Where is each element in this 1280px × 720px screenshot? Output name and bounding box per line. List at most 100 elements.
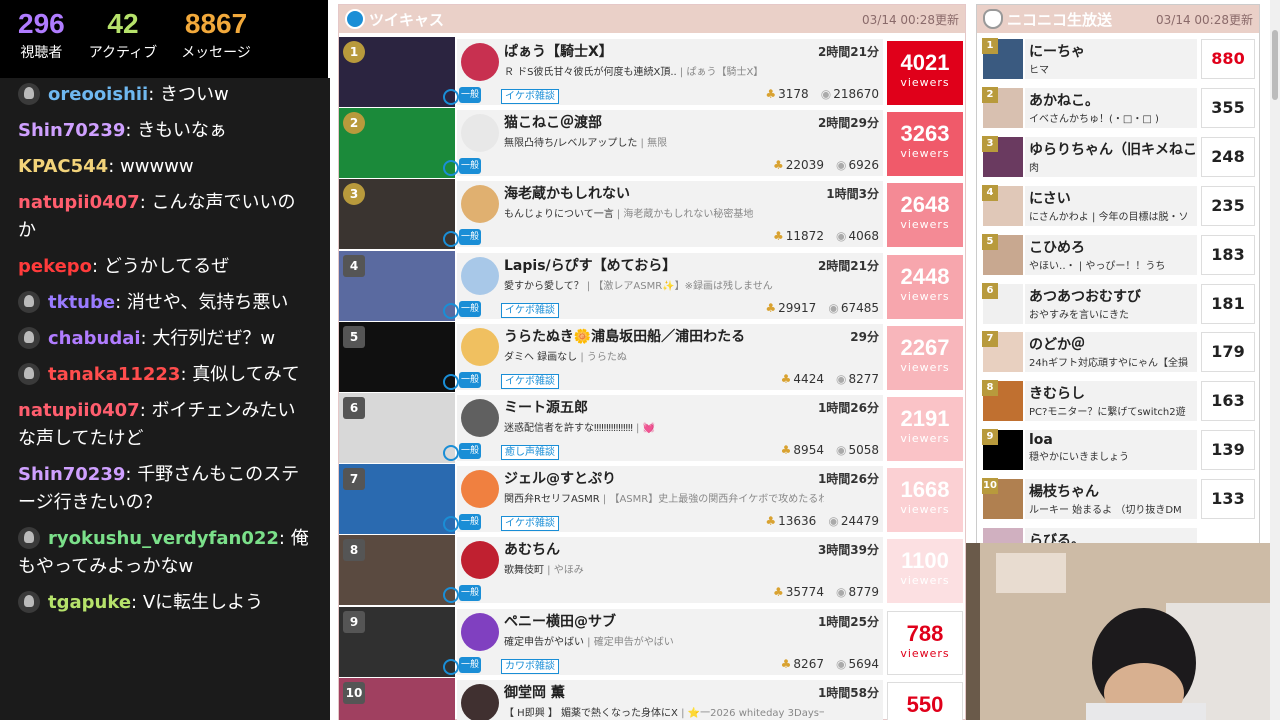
nico-info[interactable]: らびる。 <box>1025 528 1197 543</box>
nico-streamer-name[interactable]: にーちゃ <box>1025 39 1197 61</box>
nico-row[interactable]: 5 こひめろ やほい‥・ | やっぴー！！うち 183 <box>977 231 1259 279</box>
category-badge[interactable]: 一般 <box>443 585 481 604</box>
nico-info[interactable]: ゆらりちゃん（旧キメねこ肉 <box>1025 136 1197 177</box>
twitcas-row[interactable]: 10 御堂岡 薫【 H即興 】 媚薬で熱くなった身体にX | ⭐一2026 whi… <box>339 677 965 720</box>
nico-thumbnail[interactable]: 7 <box>982 331 1023 373</box>
twitcas-row[interactable]: 3 海老蔵かもしれない もんじょりについて一言 | 海老蔵かもしれない秘密基地 1時間… <box>339 179 965 250</box>
streamer-name[interactable]: あむちん <box>504 539 560 559</box>
stream-tag[interactable]: イケボ雑談 <box>501 89 559 104</box>
nico-streamer-name[interactable]: loa <box>1025 430 1197 448</box>
streamer-name[interactable]: ミート源五郎 <box>504 397 588 417</box>
stream-info[interactable]: 海老蔵かもしれない もんじょりについて一言 | 海老蔵かもしれない秘密基地 1時間3… <box>443 181 883 248</box>
category-badge[interactable]: 一般 <box>443 371 481 390</box>
stream-thumbnail[interactable]: 8 <box>339 535 455 606</box>
stream-info[interactable]: あむちん歌舞伎町 | やほみ 3時間39分一般 35774 8779 <box>443 537 883 604</box>
nico-thumbnail[interactable]: 10 <box>982 478 1023 520</box>
nico-streamer-name[interactable]: あつあつおむすび <box>1025 284 1197 306</box>
twitcas-row[interactable]: 8 あむちん歌舞伎町 | やほみ 3時間39分一般 35774 8779 1100view… <box>339 535 965 606</box>
nico-row[interactable]: 1 にーちゃ ヒマ 880 <box>977 35 1259 83</box>
nico-info[interactable]: のどか＠ 24hギフト対応頑すやにゃん【全損 <box>1025 332 1197 373</box>
twitcas-row[interactable]: 9 ペニー横田@サブ 確定申告がやばい | 確定申告がやばい 1時間25分 一般 カワボ雑… <box>339 606 965 677</box>
nico-row[interactable]: 4 にさい にさんかわよ | 今年の目標は脱・ソ 235 <box>977 182 1259 230</box>
chat-username[interactable]: natupii0407 <box>18 400 140 421</box>
stream-tag[interactable]: イケボ雑談 <box>501 302 559 318</box>
scrollbar-thumb[interactable] <box>1272 30 1278 100</box>
streamer-name[interactable]: 海老蔵かもしれない <box>504 183 630 203</box>
stream-info[interactable]: ジェル@すとぷり 関西弁RセリフASMR | 【ASMR】史上最強の関西弁イケボで… <box>443 466 883 533</box>
stream-info[interactable]: ペニー横田@サブ 確定申告がやばい | 確定申告がやばい 1時間25分 一般 カワボ雑談… <box>443 608 883 675</box>
stream-thumbnail[interactable]: 3 <box>339 179 455 250</box>
nico-row[interactable]: 7 のどか＠ 24hギフト対応頑すやにゃん【全損 179 <box>977 328 1259 376</box>
stream-info[interactable]: うらたぬき🌼浦島坂田船／浦田わたる ダミヘ 録画なし | うらたぬ 29分 一般 イケボ… <box>443 323 883 390</box>
twitcas-row[interactable]: 1 ぱぁう【騎士X】 Ｒ ドS彼氏甘々彼氏が何度も連続X頂.. | ぱぁう【騎士X】… <box>339 37 965 107</box>
stream-thumbnail[interactable]: 7 <box>339 464 455 535</box>
category-badge[interactable]: 一般 <box>443 443 481 461</box>
streamer-avatar[interactable] <box>461 541 499 580</box>
nico-row[interactable]: 2 あかねこ。 イベさんかちゅ！(・□・□ ) 355 <box>977 84 1259 132</box>
stream-thumbnail[interactable]: 5 <box>339 321 455 392</box>
twitcas-row[interactable]: 6 ミート源五郎 迷惑配信者を許すな‼‼‼‼‼‼‼‼ | 💓 1時間26分 一般 癒し声雑… <box>339 393 965 463</box>
chat-username[interactable]: chabudai <box>48 328 141 349</box>
nico-thumbnail[interactable]: 3 <box>982 135 1023 177</box>
nico-info[interactable]: 楊枝ちゃん ルーキー 始まるよ （切り抜きDM <box>1025 479 1197 520</box>
nico-thumbnail[interactable]: 1 <box>982 38 1023 79</box>
chat-username[interactable]: natupii0407 <box>18 192 140 213</box>
category-badge[interactable]: 一般 <box>443 656 481 675</box>
chat-username[interactable]: Shin70239 <box>18 120 125 141</box>
stream-tag[interactable]: カワボ雑談 <box>501 658 559 674</box>
nico-row[interactable]: 6 あつあつおむすび おやすみを言いにきた 181 <box>977 280 1259 328</box>
stream-info[interactable]: ミート源五郎 迷惑配信者を許すな‼‼‼‼‼‼‼‼ | 💓 1時間26分 一般 癒し声雑談… <box>443 395 883 461</box>
stream-info[interactable]: ぱぁう【騎士X】 Ｒ ドS彼氏甘々彼氏が何度も連続X頂.. | ぱぁう【騎士X】 2… <box>443 39 883 105</box>
chat-username[interactable]: Shin70239 <box>18 464 125 485</box>
streamer-avatar[interactable] <box>461 114 499 153</box>
nico-row[interactable]: 10 楊枝ちゃん ルーキー 始まるよ （切り抜きDM 133 <box>977 475 1259 523</box>
streamer-avatar[interactable] <box>461 43 499 81</box>
nico-streamer-name[interactable]: きむらし <box>1025 381 1197 403</box>
streamer-name[interactable]: ぱぁう【騎士X】 <box>504 41 613 61</box>
stream-thumbnail[interactable]: 6 <box>339 393 455 463</box>
streamer-name[interactable]: うらたぬき🌼浦島坂田船／浦田わたる <box>504 326 745 346</box>
nico-streamer-name[interactable]: のどか＠ <box>1025 332 1197 354</box>
nico-streamer-name[interactable]: あかねこ。 <box>1025 88 1197 110</box>
nico-thumbnail[interactable]: 4 <box>982 184 1023 226</box>
page-scrollbar[interactable] <box>1270 0 1280 720</box>
twitcas-row[interactable]: 5 うらたぬき🌼浦島坂田船／浦田わたる ダミヘ 録画なし | うらたぬ 29分 一般 イケ… <box>339 321 965 392</box>
stream-thumbnail[interactable]: 2 <box>339 108 455 179</box>
category-badge[interactable]: 一般 <box>443 300 481 319</box>
nico-info[interactable]: こひめろ やほい‥・ | やっぴー！！うち <box>1025 234 1197 275</box>
streamer-name[interactable]: Lapis/らぴす【めておら】 <box>504 255 676 275</box>
category-badge[interactable]: 一般 <box>443 158 481 177</box>
stream-thumbnail[interactable]: 1 <box>339 37 455 107</box>
nico-thumbnail[interactable]: 8 <box>982 380 1023 422</box>
streamer-avatar[interactable] <box>461 256 499 295</box>
twitcas-row[interactable]: 2 猫こねこ＠渡部無限凸待ち/レベルアップした | 無限 2時間29分一般 22039… <box>339 108 965 179</box>
stream-tag[interactable]: 癒し声雑談 <box>501 445 559 460</box>
nico-row[interactable]: らびる。 <box>977 524 1259 543</box>
nico-row[interactable]: 8 きむらし PC?モニター？に繋げてswitch2遊 163 <box>977 377 1259 425</box>
streamer-name[interactable]: ジェル@すとぷり <box>504 468 616 488</box>
stream-info[interactable]: 御堂岡 薫【 H即興 】 媚薬で熱くなった身体にX | ⭐一2026 white… <box>457 679 883 720</box>
chat-username[interactable]: KPAC544 <box>18 156 108 177</box>
category-badge[interactable]: 一般 <box>443 229 481 248</box>
streamer-avatar[interactable] <box>461 399 499 437</box>
nico-info[interactable]: きむらし PC?モニター？に繋げてswitch2遊 <box>1025 381 1197 422</box>
streamer-avatar[interactable] <box>461 327 499 366</box>
nico-thumbnail[interactable]: 5 <box>982 233 1023 275</box>
nico-streamer-name[interactable]: 楊枝ちゃん <box>1025 479 1197 501</box>
stream-tag[interactable]: イケボ雑談 <box>501 516 559 532</box>
stream-thumbnail[interactable]: 10 <box>339 677 455 720</box>
nico-streamer-name[interactable]: にさい <box>1025 186 1197 208</box>
streamer-avatar[interactable] <box>461 185 499 224</box>
stream-info[interactable]: 猫こねこ＠渡部無限凸待ち/レベルアップした | 無限 2時間29分一般 22039 6… <box>443 110 883 177</box>
nico-thumbnail[interactable]: 9 <box>982 429 1023 471</box>
stream-tag[interactable]: イケボ雑談 <box>501 373 559 389</box>
nico-info[interactable]: にーちゃ ヒマ <box>1025 39 1197 79</box>
chat-username[interactable]: tanaka11223 <box>48 364 180 385</box>
nico-thumbnail[interactable]: 6 <box>982 282 1023 324</box>
nico-info[interactable]: にさい にさんかわよ | 今年の目標は脱・ソ <box>1025 185 1197 226</box>
streamer-name[interactable]: 御堂岡 薫 <box>504 682 565 702</box>
nico-info[interactable]: あかねこ。 イベさんかちゅ！(・□・□ ) <box>1025 87 1197 128</box>
nico-thumbnail[interactable]: 2 <box>982 86 1023 128</box>
streamer-avatar[interactable] <box>461 683 499 720</box>
category-badge[interactable]: 一般 <box>443 87 481 105</box>
